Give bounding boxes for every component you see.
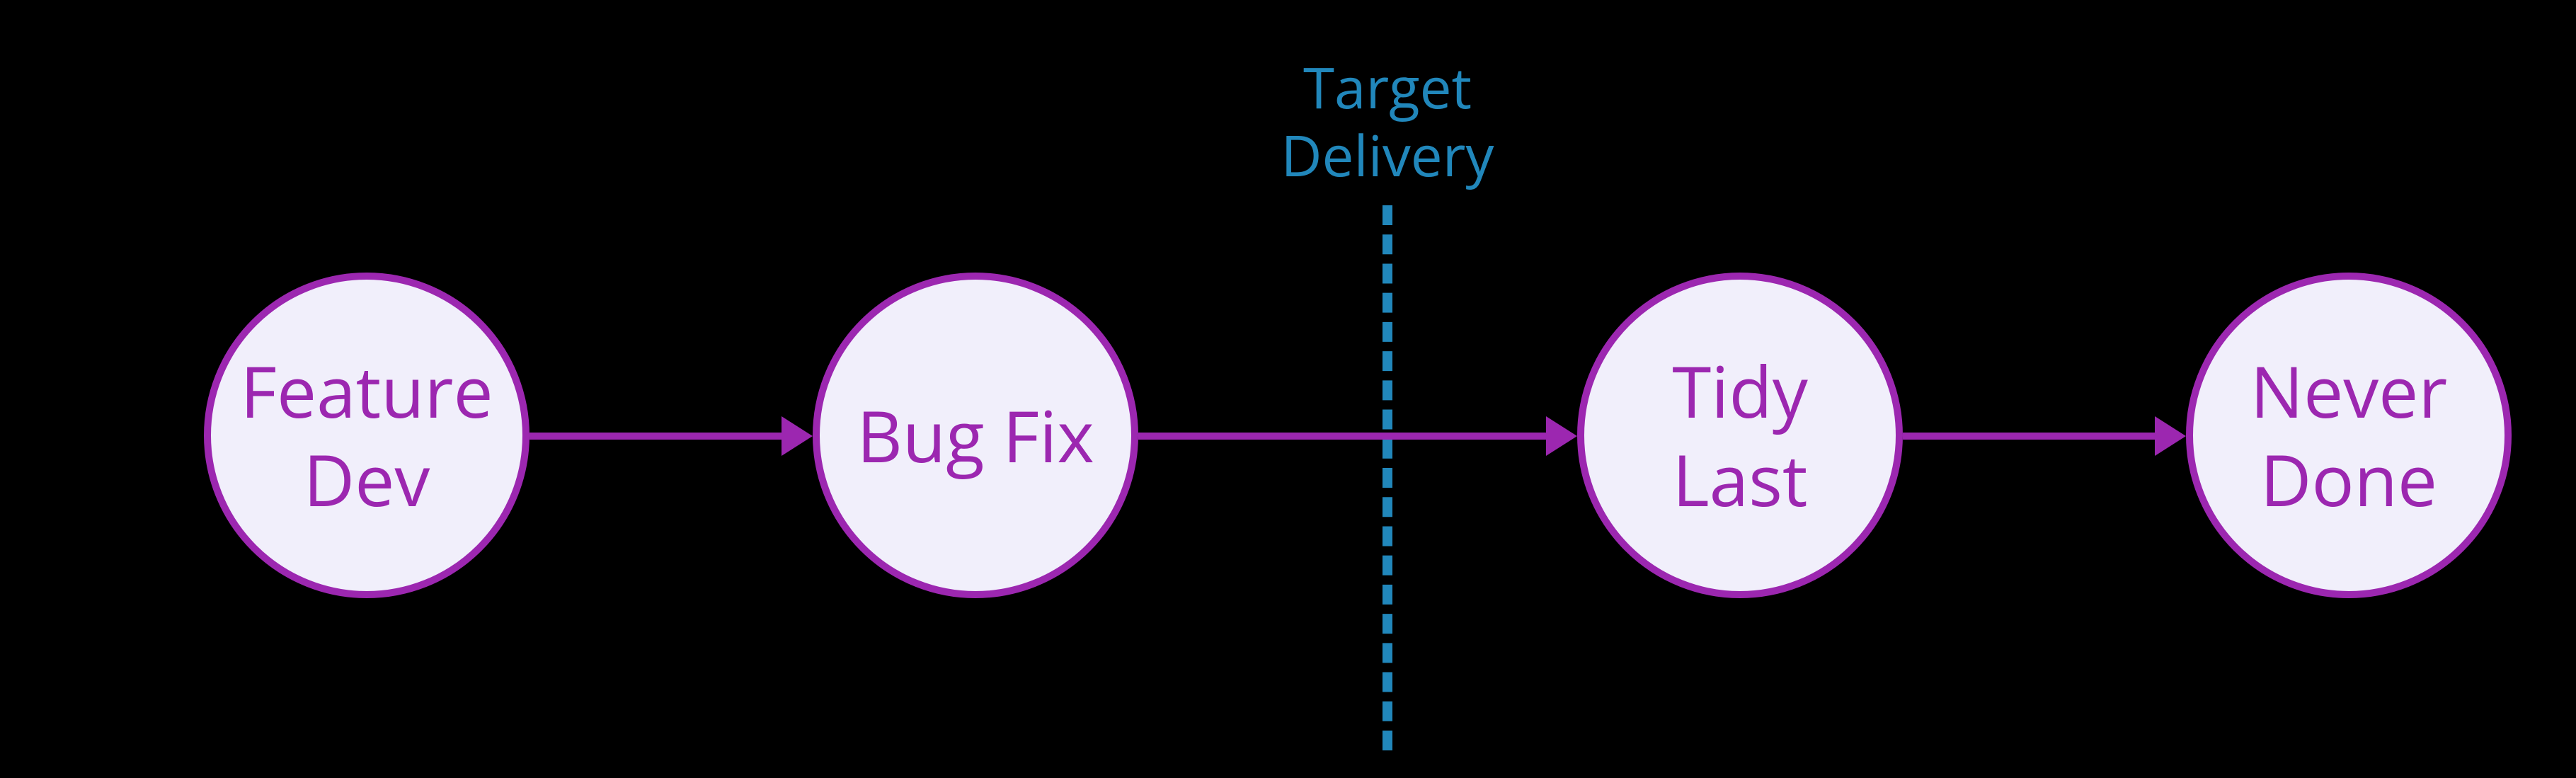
arrow-2 [1138,422,1577,450]
node-feature-dev: Feature Dev [204,273,529,598]
arrow-head-icon [782,416,813,456]
node-bug-fix: Bug Fix [813,273,1138,598]
node-3-line2: Last [1672,435,1808,524]
node-1-line2: Dev [240,435,493,524]
divider-label-line2: Delivery [1281,116,1494,193]
arrow-head-icon [2155,416,2186,456]
arrow-line-icon [1138,433,1547,440]
arrow-3 [1903,422,2186,450]
arrow-line-icon [529,433,783,440]
node-4-line2: Done [2250,435,2447,524]
node-3-line1: Tidy [1672,347,1808,435]
arrow-line-icon [1903,433,2156,440]
node-1-line1: Feature [240,347,493,435]
divider-label: Target Delivery [1267,53,1508,189]
target-delivery-divider [1383,205,1392,750]
divider-label-line1: Target [1303,48,1472,125]
node-tidy-last: Tidy Last [1577,273,1903,598]
node-4-line1: Never [2250,347,2447,435]
node-2-line1: Bug Fix [857,391,1094,480]
arrow-head-icon [1546,416,1577,456]
node-never-done: Never Done [2186,273,2512,598]
arrow-1 [529,422,813,450]
diagram-canvas: Target Delivery Feature Dev Bug Fix Tidy… [0,0,2576,778]
